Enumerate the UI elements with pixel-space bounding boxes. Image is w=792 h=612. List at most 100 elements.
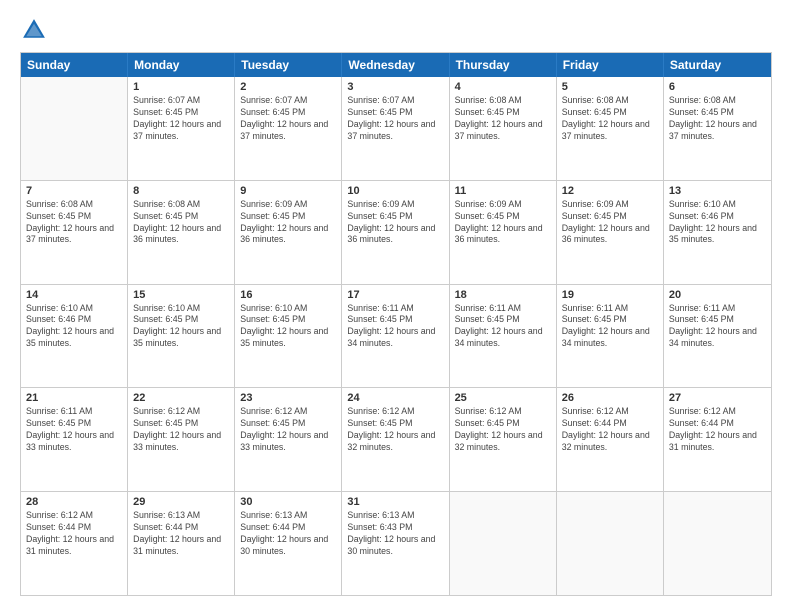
day-of-week-saturday: Saturday [664, 53, 771, 77]
day-cell-23: 23 Sunrise: 6:12 AM Sunset: 6:45 PM Dayli… [235, 388, 342, 491]
day-number: 20 [669, 289, 766, 301]
day-detail: Sunrise: 6:10 AM Sunset: 6:46 PM Dayligh… [26, 303, 122, 351]
day-detail: Sunrise: 6:10 AM Sunset: 6:45 PM Dayligh… [133, 303, 229, 351]
day-detail: Sunrise: 6:12 AM Sunset: 6:45 PM Dayligh… [133, 406, 229, 454]
day-detail: Sunrise: 6:10 AM Sunset: 6:46 PM Dayligh… [669, 199, 766, 247]
day-number: 8 [133, 185, 229, 197]
day-detail: Sunrise: 6:13 AM Sunset: 6:43 PM Dayligh… [347, 510, 443, 558]
week-row-4: 21Sunrise: 6:11 AM Sunset: 6:45 PM Dayli… [21, 388, 771, 492]
day-cell-14: 14 Sunrise: 6:10 AM Sunset: 6:46 PM Dayli… [21, 285, 128, 388]
header [20, 16, 772, 44]
day-detail: Sunrise: 6:08 AM Sunset: 6:45 PM Dayligh… [455, 95, 551, 143]
day-detail: Sunrise: 6:09 AM Sunset: 6:45 PM Dayligh… [562, 199, 658, 247]
day-detail: Sunrise: 6:07 AM Sunset: 6:45 PM Dayligh… [347, 95, 443, 143]
day-cell-1: 1 Sunrise: 6:07 AM Sunset: 6:45 PM Daylig… [128, 77, 235, 180]
day-detail: Sunrise: 6:11 AM Sunset: 6:45 PM Dayligh… [562, 303, 658, 351]
day-number: 11 [455, 185, 551, 197]
day-number: 13 [669, 185, 766, 197]
day-cell-28: 28Sunrise: 6:12 AM Sunset: 6:44 PM Dayli… [21, 492, 128, 595]
day-cell-30: 30 Sunrise: 6:13 AM Sunset: 6:44 PM Dayli… [235, 492, 342, 595]
day-cell-27: 27 Sunrise: 6:12 AM Sunset: 6:44 PM Dayli… [664, 388, 771, 491]
day-number: 30 [240, 496, 336, 508]
day-cell-24: 24 Sunrise: 6:12 AM Sunset: 6:45 PM Dayli… [342, 388, 449, 491]
day-cell-4: 4 Sunrise: 6:08 AM Sunset: 6:45 PM Daylig… [450, 77, 557, 180]
day-detail: Sunrise: 6:08 AM Sunset: 6:45 PM Dayligh… [562, 95, 658, 143]
day-number: 5 [562, 81, 658, 93]
week-row-2: 7 Sunrise: 6:08 AM Sunset: 6:45 PM Daylig… [21, 181, 771, 285]
day-detail: Sunrise: 6:08 AM Sunset: 6:45 PM Dayligh… [669, 95, 766, 143]
day-detail: Sunrise: 6:12 AM Sunset: 6:44 PM Dayligh… [26, 510, 122, 558]
day-detail: Sunrise: 6:10 AM Sunset: 6:45 PM Dayligh… [240, 303, 336, 351]
day-cell-18: 18 Sunrise: 6:11 AM Sunset: 6:45 PM Dayli… [450, 285, 557, 388]
day-detail: Sunrise: 6:13 AM Sunset: 6:44 PM Dayligh… [240, 510, 336, 558]
day-cell-7: 7 Sunrise: 6:08 AM Sunset: 6:45 PM Daylig… [21, 181, 128, 284]
day-detail: Sunrise: 6:11 AM Sunset: 6:45 PM Dayligh… [347, 303, 443, 351]
day-number: 10 [347, 185, 443, 197]
day-cell-8: 8Sunrise: 6:08 AM Sunset: 6:45 PM Daylig… [128, 181, 235, 284]
day-number: 24 [347, 392, 443, 404]
day-cell-9: 9Sunrise: 6:09 AM Sunset: 6:45 PM Daylig… [235, 181, 342, 284]
calendar-body: 1 Sunrise: 6:07 AM Sunset: 6:45 PM Daylig… [21, 77, 771, 595]
day-cell-5: 5 Sunrise: 6:08 AM Sunset: 6:45 PM Daylig… [557, 77, 664, 180]
day-cell-17: 17 Sunrise: 6:11 AM Sunset: 6:45 PM Dayli… [342, 285, 449, 388]
day-detail: Sunrise: 6:12 AM Sunset: 6:44 PM Dayligh… [669, 406, 766, 454]
day-number: 7 [26, 185, 122, 197]
day-of-week-sunday: Sunday [21, 53, 128, 77]
day-cell-12: 12 Sunrise: 6:09 AM Sunset: 6:45 PM Dayli… [557, 181, 664, 284]
day-cell-15: 15 Sunrise: 6:10 AM Sunset: 6:45 PM Dayli… [128, 285, 235, 388]
day-cell-31: 31 Sunrise: 6:13 AM Sunset: 6:43 PM Dayli… [342, 492, 449, 595]
empty-cell [557, 492, 664, 595]
day-detail: Sunrise: 6:09 AM Sunset: 6:45 PM Dayligh… [455, 199, 551, 247]
day-number: 19 [562, 289, 658, 301]
day-number: 21 [26, 392, 122, 404]
day-detail: Sunrise: 6:11 AM Sunset: 6:45 PM Dayligh… [455, 303, 551, 351]
day-cell-3: 3 Sunrise: 6:07 AM Sunset: 6:45 PM Daylig… [342, 77, 449, 180]
day-detail: Sunrise: 6:12 AM Sunset: 6:44 PM Dayligh… [562, 406, 658, 454]
day-number: 17 [347, 289, 443, 301]
day-number: 1 [133, 81, 229, 93]
empty-cell [450, 492, 557, 595]
day-cell-25: 25 Sunrise: 6:12 AM Sunset: 6:45 PM Dayli… [450, 388, 557, 491]
day-cell-29: 29 Sunrise: 6:13 AM Sunset: 6:44 PM Dayli… [128, 492, 235, 595]
day-number: 27 [669, 392, 766, 404]
day-cell-6: 6 Sunrise: 6:08 AM Sunset: 6:45 PM Daylig… [664, 77, 771, 180]
day-detail: Sunrise: 6:07 AM Sunset: 6:45 PM Dayligh… [133, 95, 229, 143]
week-row-3: 14 Sunrise: 6:10 AM Sunset: 6:46 PM Dayli… [21, 285, 771, 389]
day-of-week-thursday: Thursday [450, 53, 557, 77]
calendar-header: SundayMondayTuesdayWednesdayThursdayFrid… [21, 53, 771, 77]
day-cell-10: 10Sunrise: 6:09 AM Sunset: 6:45 PM Dayli… [342, 181, 449, 284]
day-number: 15 [133, 289, 229, 301]
day-number: 31 [347, 496, 443, 508]
day-number: 4 [455, 81, 551, 93]
day-number: 25 [455, 392, 551, 404]
day-number: 3 [347, 81, 443, 93]
day-number: 6 [669, 81, 766, 93]
day-of-week-friday: Friday [557, 53, 664, 77]
empty-cell [664, 492, 771, 595]
page: SundayMondayTuesdayWednesdayThursdayFrid… [0, 0, 792, 612]
day-detail: Sunrise: 6:12 AM Sunset: 6:45 PM Dayligh… [240, 406, 336, 454]
day-detail: Sunrise: 6:12 AM Sunset: 6:45 PM Dayligh… [347, 406, 443, 454]
day-detail: Sunrise: 6:13 AM Sunset: 6:44 PM Dayligh… [133, 510, 229, 558]
day-number: 29 [133, 496, 229, 508]
day-number: 16 [240, 289, 336, 301]
day-number: 12 [562, 185, 658, 197]
day-number: 18 [455, 289, 551, 301]
day-detail: Sunrise: 6:08 AM Sunset: 6:45 PM Dayligh… [26, 199, 122, 247]
day-cell-20: 20 Sunrise: 6:11 AM Sunset: 6:45 PM Dayli… [664, 285, 771, 388]
day-cell-26: 26 Sunrise: 6:12 AM Sunset: 6:44 PM Dayli… [557, 388, 664, 491]
logo [20, 16, 52, 44]
day-cell-19: 19 Sunrise: 6:11 AM Sunset: 6:45 PM Dayli… [557, 285, 664, 388]
day-detail: Sunrise: 6:07 AM Sunset: 6:45 PM Dayligh… [240, 95, 336, 143]
day-number: 14 [26, 289, 122, 301]
day-detail: Sunrise: 6:12 AM Sunset: 6:45 PM Dayligh… [455, 406, 551, 454]
day-number: 23 [240, 392, 336, 404]
day-cell-22: 22Sunrise: 6:12 AM Sunset: 6:45 PM Dayli… [128, 388, 235, 491]
day-number: 2 [240, 81, 336, 93]
day-detail: Sunrise: 6:11 AM Sunset: 6:45 PM Dayligh… [669, 303, 766, 351]
day-number: 26 [562, 392, 658, 404]
day-cell-11: 11 Sunrise: 6:09 AM Sunset: 6:45 PM Dayli… [450, 181, 557, 284]
day-detail: Sunrise: 6:09 AM Sunset: 6:45 PM Dayligh… [240, 199, 336, 247]
day-cell-13: 13 Sunrise: 6:10 AM Sunset: 6:46 PM Dayli… [664, 181, 771, 284]
week-row-5: 28Sunrise: 6:12 AM Sunset: 6:44 PM Dayli… [21, 492, 771, 595]
